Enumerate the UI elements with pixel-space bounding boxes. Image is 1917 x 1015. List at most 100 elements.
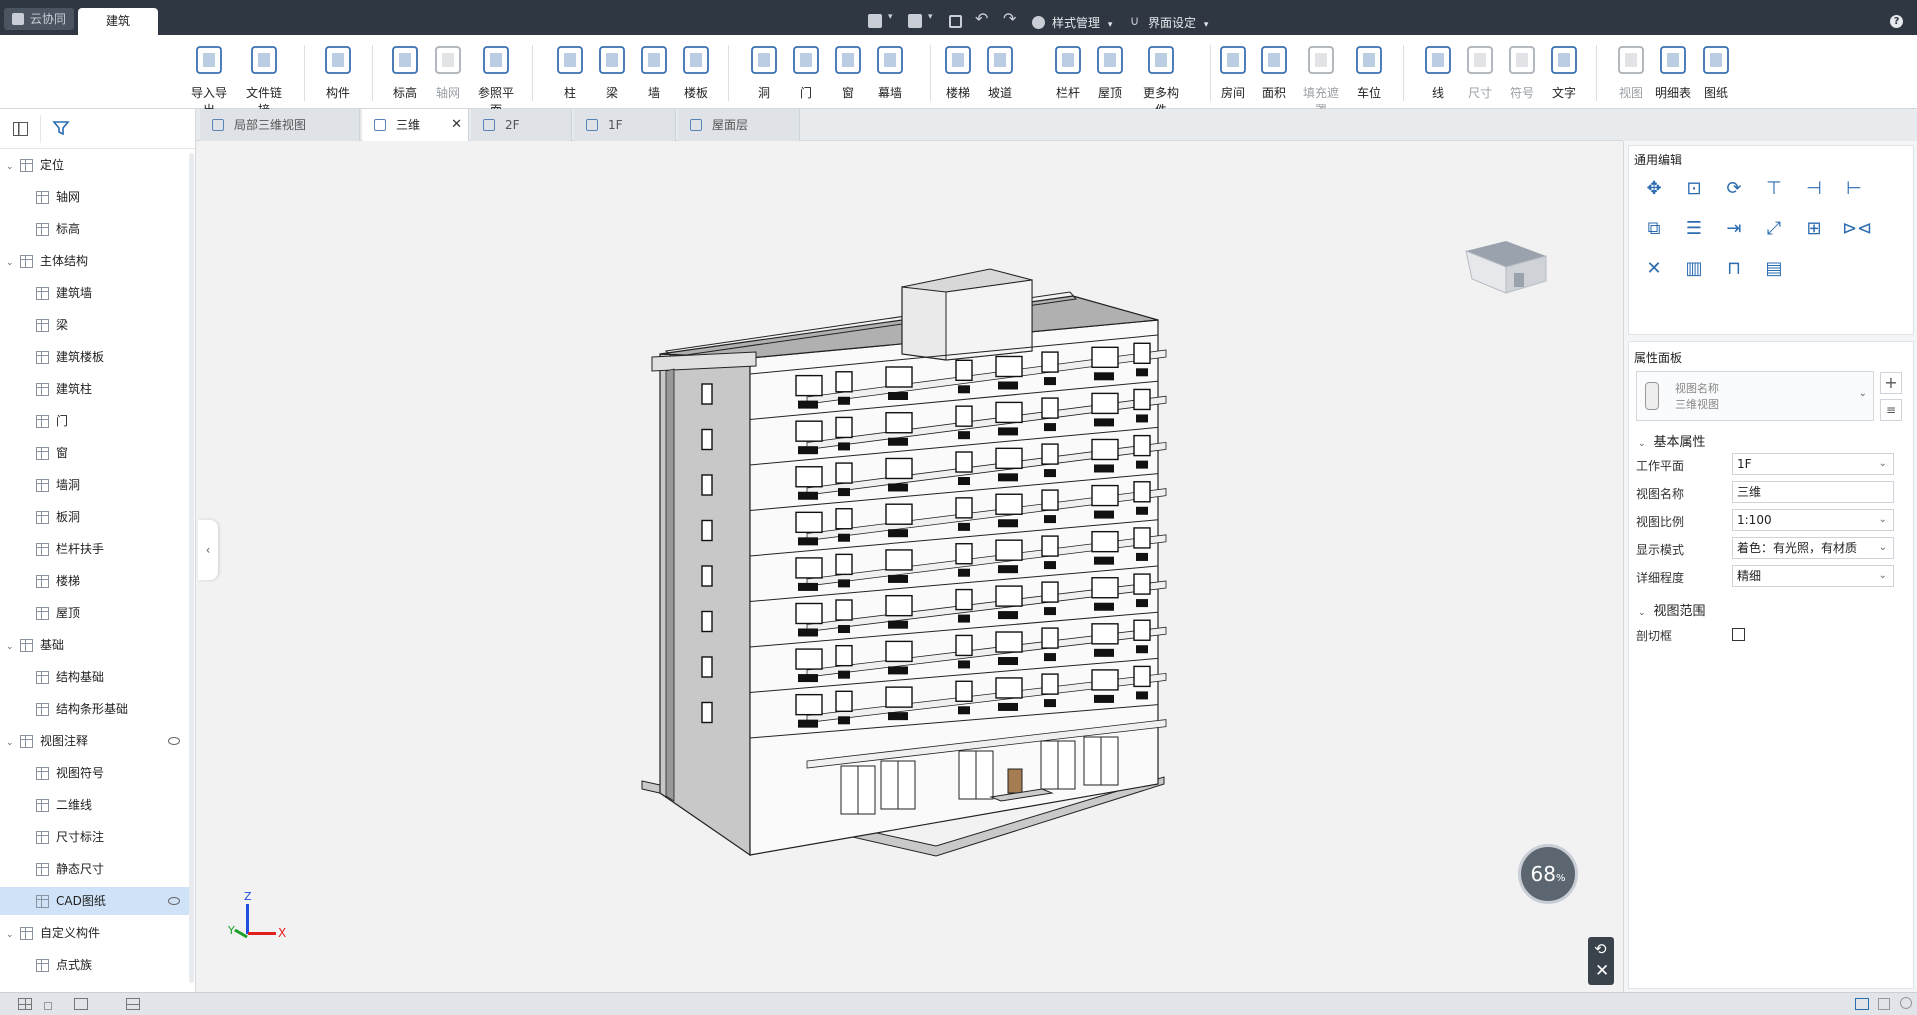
extend-icon[interactable]: ⇥ xyxy=(1722,217,1746,241)
tree-item[interactable]: 梁 xyxy=(0,311,190,339)
section-box-checkbox[interactable] xyxy=(1732,628,1745,641)
settings-icon[interactable] xyxy=(1900,997,1912,1009)
undo-icon[interactable]: ↶ xyxy=(975,9,988,28)
ribbon-button-ref-plane[interactable]: 参照平面 xyxy=(474,42,518,118)
tree-scrollbar[interactable] xyxy=(189,153,194,983)
tree-item[interactable]: 点式族 xyxy=(0,951,190,979)
small-window-icon[interactable] xyxy=(44,1002,52,1010)
view-range-section[interactable]: ⌄ 视图范围 xyxy=(1638,600,1706,619)
ribbon-button-parking[interactable]: 车位 xyxy=(1347,42,1391,101)
mirror-icon[interactable]: ⊳⊲ xyxy=(1842,217,1872,241)
ribbon-button-more-components[interactable]: 更多构件 xyxy=(1139,42,1183,118)
ribbon-button-door[interactable]: 门 xyxy=(784,42,828,101)
eye-icon[interactable] xyxy=(168,737,180,745)
ribbon-button-file-link[interactable]: 文件链接 xyxy=(242,42,286,118)
measure-icon[interactable]: ▤ xyxy=(1762,257,1786,281)
3d-viewport[interactable]: Z X Y 68% ⟲ ✕ xyxy=(196,141,1623,992)
view-settings-button[interactable]: ≡ xyxy=(1880,399,1902,421)
tree-item[interactable]: 结构条形基础 xyxy=(0,695,190,723)
tree-item[interactable]: 尺寸标注 xyxy=(0,823,190,851)
ribbon-button-grid[interactable]: 轴网 xyxy=(426,42,470,101)
tree-item[interactable]: 墙洞 xyxy=(0,471,190,499)
tree-item[interactable]: 建筑楼板 xyxy=(0,343,190,371)
ribbon-button-text[interactable]: 文字 xyxy=(1542,42,1586,101)
reset-view-icon[interactable]: ⟲ xyxy=(1594,940,1607,958)
ribbon-button-curtain-wall[interactable]: 幕墙 xyxy=(868,42,912,101)
add-view-button[interactable]: + xyxy=(1880,372,1902,394)
open-file-button[interactable] xyxy=(908,14,922,28)
ribbon-button-dimension[interactable]: 尺寸 xyxy=(1458,42,1502,101)
tree-item[interactable]: 二维线 xyxy=(0,791,190,819)
ribbon-button-cad-import[interactable]: 导入导出 xyxy=(187,42,231,118)
eye-hidden-icon[interactable] xyxy=(168,897,180,905)
tree-group[interactable]: ⌄ 基础 xyxy=(6,631,64,659)
question-icon[interactable]: ? xyxy=(1890,15,1903,28)
tree-item[interactable]: 楼梯 xyxy=(0,567,190,595)
trim-icon[interactable]: ⊢ xyxy=(1842,177,1866,201)
filter-icon[interactable] xyxy=(52,119,70,137)
ribbon-button-component[interactable]: 构件 xyxy=(316,42,360,101)
delete-icon[interactable]: ✕ xyxy=(1642,257,1666,281)
tree-item[interactable]: 窗 xyxy=(0,439,190,467)
tile-view-icon[interactable] xyxy=(74,998,88,1010)
view-tab[interactable]: 屋面层 xyxy=(678,109,800,141)
open-file-dropdown-icon[interactable]: ▾ xyxy=(928,12,933,22)
ribbon-button-stair[interactable]: 楼梯 xyxy=(936,42,980,101)
view-cube[interactable] xyxy=(1465,241,1547,294)
ribbon-button-area[interactable]: 面积 xyxy=(1252,42,1296,101)
tree-item[interactable]: 屋顶 xyxy=(0,599,190,627)
property-value[interactable]: 1F ⌄ xyxy=(1732,453,1894,475)
view-type-selector[interactable]: 视图名称 三维视图 ⌄ xyxy=(1636,371,1874,421)
tab-architecture[interactable]: 建筑 xyxy=(78,8,158,35)
tree-group[interactable]: ⌄ 定位 xyxy=(6,151,64,179)
ribbon-button-schedule[interactable]: 明细表 xyxy=(1651,42,1695,101)
offset-icon[interactable]: ⧉ xyxy=(1642,217,1666,241)
ribbon-button-fill-mask[interactable]: 填充遮罩 xyxy=(1299,42,1343,118)
view-tab[interactable]: 三维 ✕ xyxy=(362,109,469,141)
tree-item[interactable]: 标高 xyxy=(0,215,190,243)
scale-icon[interactable]: ⤢ xyxy=(1762,217,1786,241)
tree-group[interactable]: ⌄ 视图注释 xyxy=(6,727,88,755)
ribbon-button-room[interactable]: 房间 xyxy=(1211,42,1255,101)
ribbon-button-beam[interactable]: 梁 xyxy=(590,42,634,101)
style-manager-menu[interactable]: 样式管理 ▾ xyxy=(1032,14,1112,31)
ribbon-button-window[interactable]: 窗 xyxy=(826,42,870,101)
save-icon[interactable] xyxy=(949,15,962,28)
view-tab[interactable]: 1F xyxy=(574,109,676,141)
collapse-left-panel-button[interactable]: ‹ xyxy=(198,520,218,580)
tree-group[interactable]: ⌄ 主体结构 xyxy=(6,247,88,275)
property-value[interactable]: 着色：有光照，有材质 ⌄ xyxy=(1732,537,1894,559)
ribbon-button-view[interactable]: 视图 xyxy=(1609,42,1653,101)
close-icon[interactable]: ✕ xyxy=(1595,961,1609,981)
redo-icon[interactable]: ↷ xyxy=(1003,9,1016,28)
rotate-icon[interactable]: ⟳ xyxy=(1722,177,1746,201)
tree-item[interactable]: 轴网 xyxy=(0,183,190,211)
table-icon[interactable] xyxy=(126,998,140,1010)
zoom-indicator[interactable]: 68% xyxy=(1518,844,1578,904)
sidebar-toggle-icon[interactable] xyxy=(13,122,28,136)
ribbon-button-wall[interactable]: 墙 xyxy=(632,42,676,101)
attach-icon[interactable]: ⊓ xyxy=(1722,257,1746,281)
building-model[interactable] xyxy=(196,141,1623,992)
array-icon[interactable]: ☰ xyxy=(1682,217,1706,241)
align-icon[interactable]: ⊤ xyxy=(1762,177,1786,201)
tree-item[interactable]: 门 xyxy=(0,407,190,435)
property-value[interactable]: 三维 xyxy=(1732,481,1894,503)
new-file-dropdown-icon[interactable]: ▾ xyxy=(888,12,893,22)
cloud-collab-tab[interactable]: 云协同 xyxy=(4,8,75,30)
tree-item[interactable]: 栏杆扶手 xyxy=(0,535,190,563)
section-icon[interactable]: ▥ xyxy=(1682,257,1706,281)
close-tab-icon[interactable]: ✕ xyxy=(451,109,462,141)
copy-icon[interactable]: ⊡ xyxy=(1682,177,1706,201)
move-icon[interactable]: ✥ xyxy=(1642,177,1666,201)
ribbon-button-slab[interactable]: 楼板 xyxy=(674,42,718,101)
layout-icon[interactable] xyxy=(1855,998,1869,1010)
tree-item[interactable]: 板洞 xyxy=(0,503,190,531)
tree-item[interactable]: 静态尺寸 xyxy=(0,855,190,883)
ribbon-button-ramp[interactable]: 坡道 xyxy=(978,42,1022,101)
ribbon-button-symbol[interactable]: 符号 xyxy=(1500,42,1544,101)
view-tab[interactable]: 局部三维视图 xyxy=(200,109,360,141)
property-value[interactable]: 1:100 ⌄ xyxy=(1732,509,1894,531)
window-icon[interactable] xyxy=(1878,998,1890,1010)
ribbon-button-roof[interactable]: 屋顶 xyxy=(1088,42,1132,101)
